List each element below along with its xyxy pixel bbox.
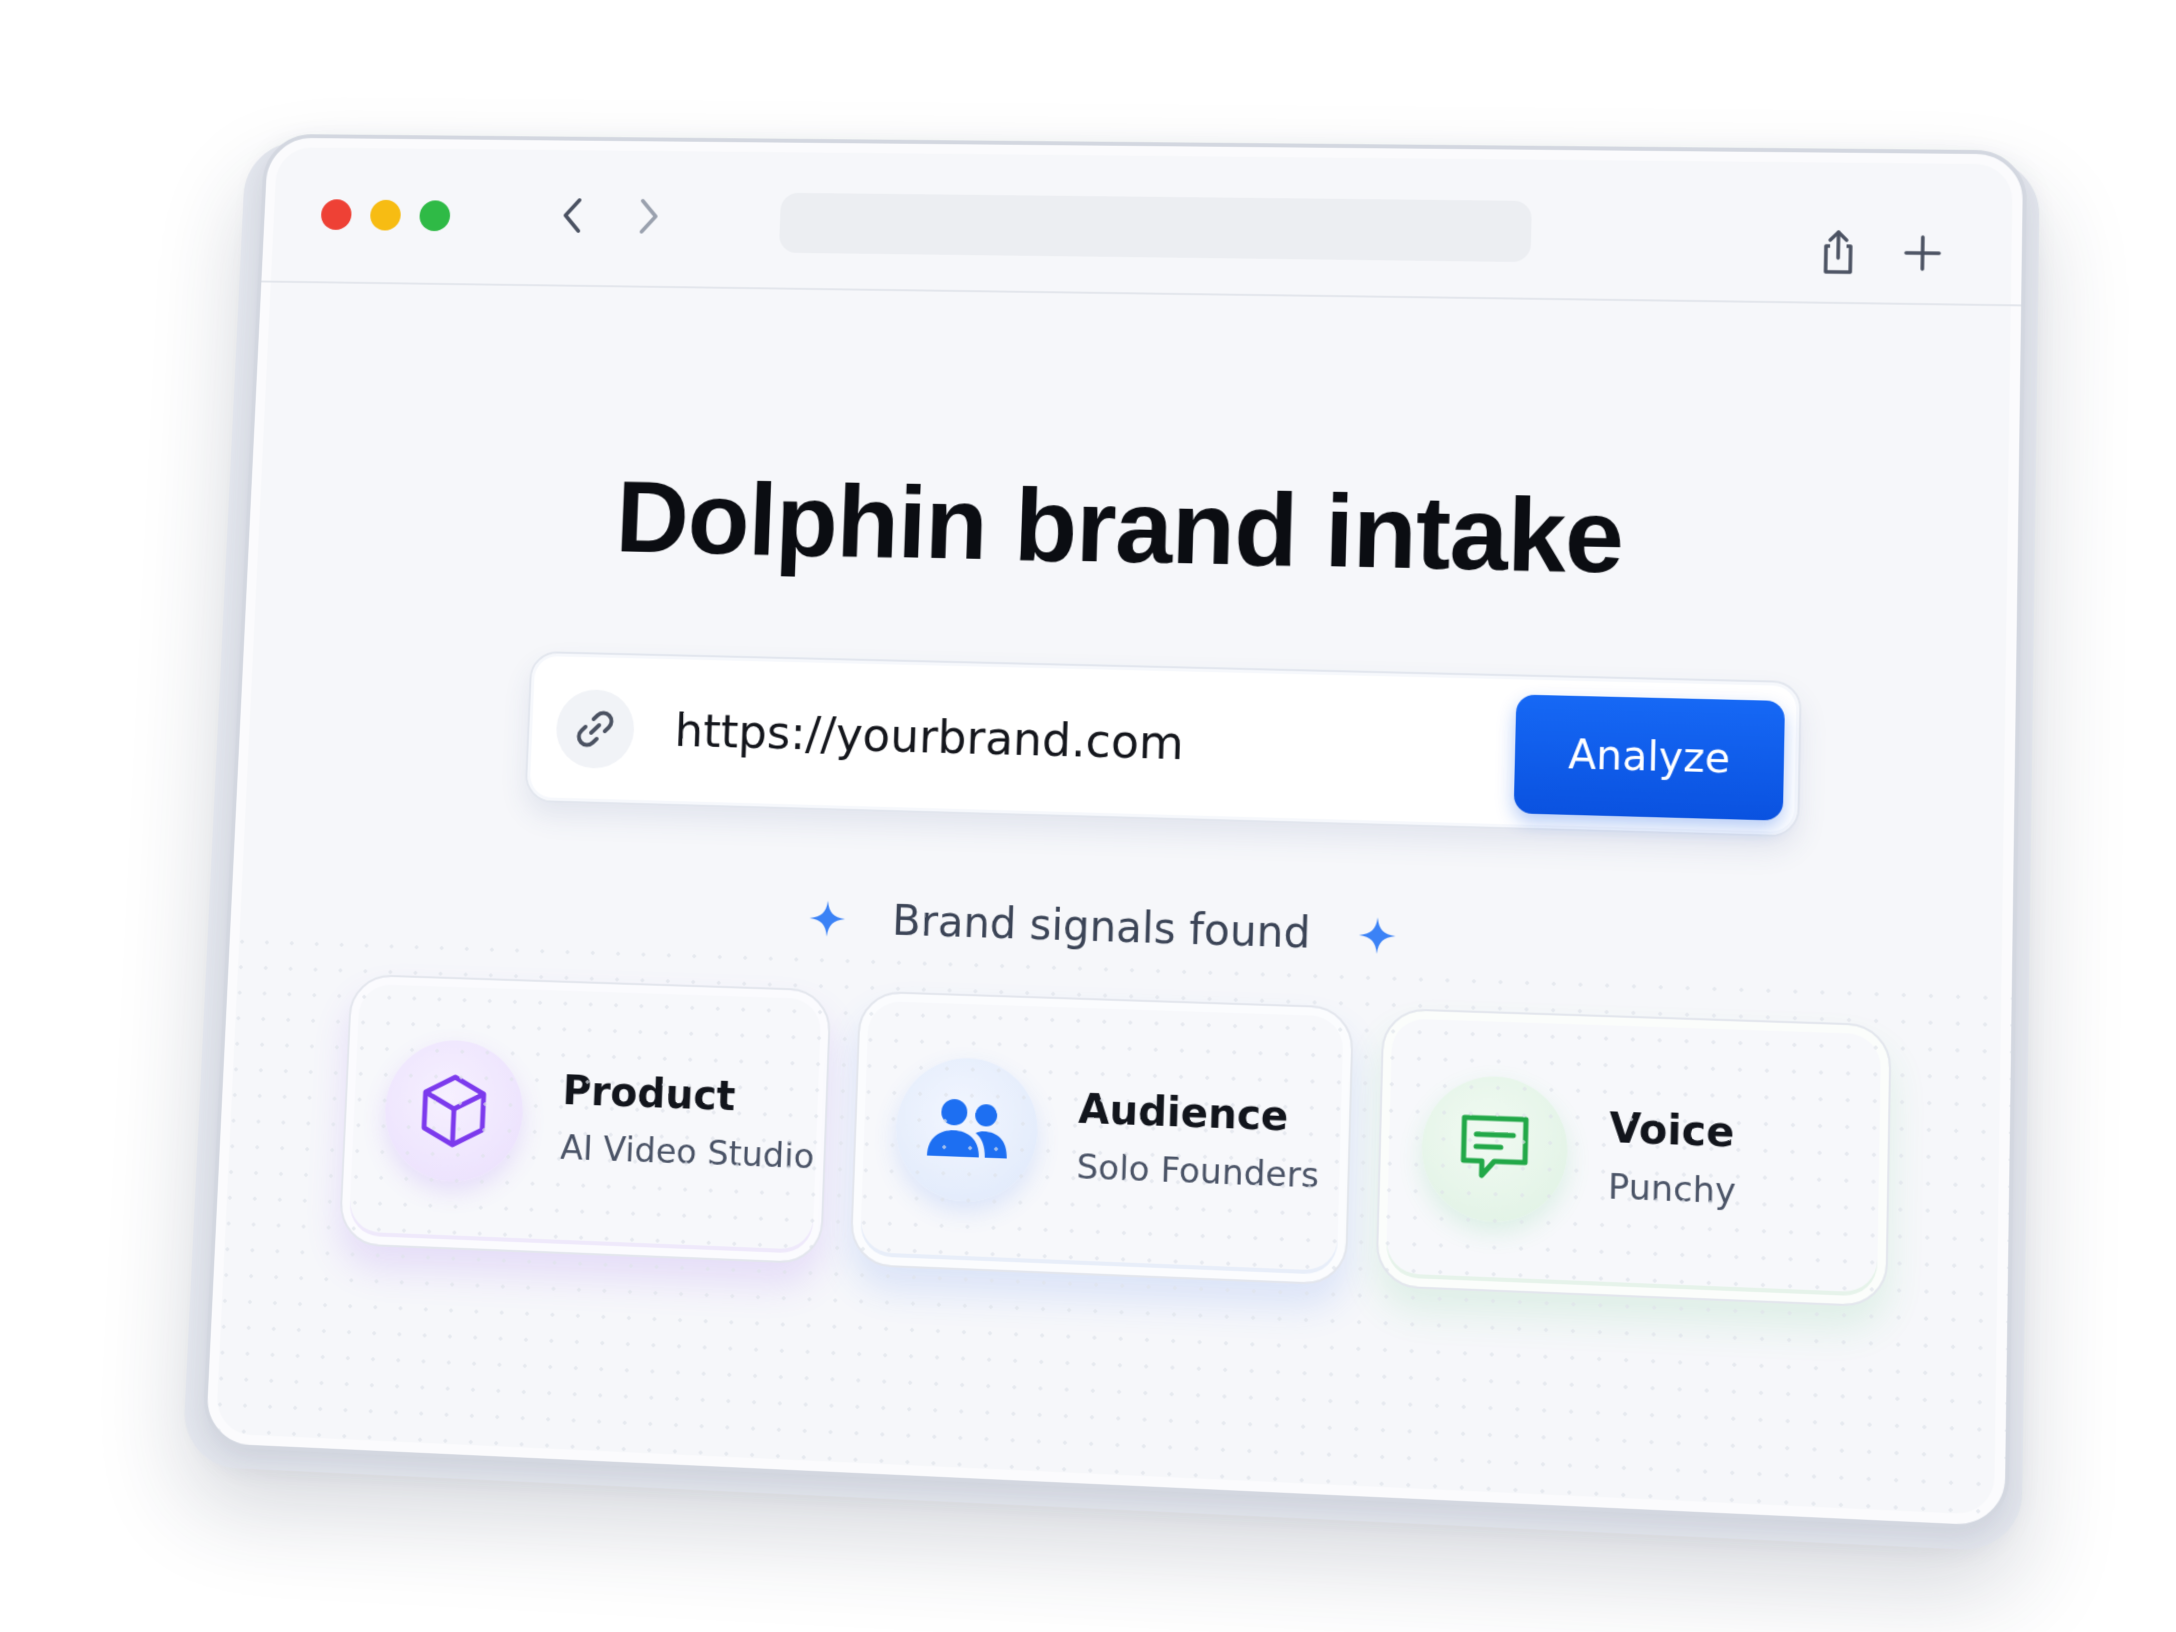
card-value: Punchy	[1607, 1166, 1737, 1213]
maximize-window-button[interactable]	[418, 200, 451, 232]
signals-heading-text: Brand signals found	[891, 895, 1312, 958]
share-button[interactable]	[1809, 224, 1867, 280]
card-label: Audience	[1077, 1086, 1289, 1141]
page-title: Dolphin brand intake	[613, 460, 1625, 596]
title-bar	[261, 137, 2024, 307]
forward-button[interactable]	[623, 187, 675, 245]
card-value: Solo Founders	[1075, 1146, 1320, 1197]
sparkle-icon	[807, 898, 848, 939]
cube-icon	[382, 1038, 526, 1185]
signal-card-audience[interactable]: Audience Solo Founders	[849, 990, 1355, 1286]
signal-card-product[interactable]: Product AI Video Studio	[338, 973, 832, 1265]
card-value: AI Video Studio	[559, 1127, 815, 1178]
chevron-left-icon	[557, 194, 587, 237]
card-label: Voice	[1608, 1105, 1735, 1157]
signal-cards: Product AI Video Studio Audience Solo Fo…	[337, 973, 1894, 1335]
analyze-button[interactable]: Analyze	[1513, 694, 1785, 821]
sparkle-icon	[1357, 914, 1399, 956]
close-window-button[interactable]	[320, 199, 353, 231]
signal-card-voice[interactable]: Voice Punchy	[1375, 1007, 1892, 1308]
plus-icon	[1902, 233, 1944, 273]
back-button[interactable]	[546, 186, 598, 244]
chat-bubble-icon	[1420, 1074, 1570, 1225]
url-input-row: https://yourbrand.com Analyze	[524, 650, 1802, 838]
share-icon	[1817, 228, 1859, 276]
users-icon	[893, 1055, 1040, 1205]
signals-heading: Brand signals found	[231, 876, 2013, 980]
stage: Dolphin brand intake https://yourbrand.c…	[0, 0, 2176, 1632]
address-bar[interactable]	[778, 192, 1532, 263]
browser-window: Dolphin brand intake https://yourbrand.c…	[201, 133, 2028, 1531]
card-label: Product	[561, 1068, 737, 1121]
minimize-window-button[interactable]	[369, 199, 402, 231]
chevron-right-icon	[634, 195, 665, 238]
new-tab-button[interactable]	[1893, 225, 1952, 282]
link-icon	[554, 688, 636, 770]
url-input[interactable]: https://yourbrand.com	[674, 703, 1185, 770]
